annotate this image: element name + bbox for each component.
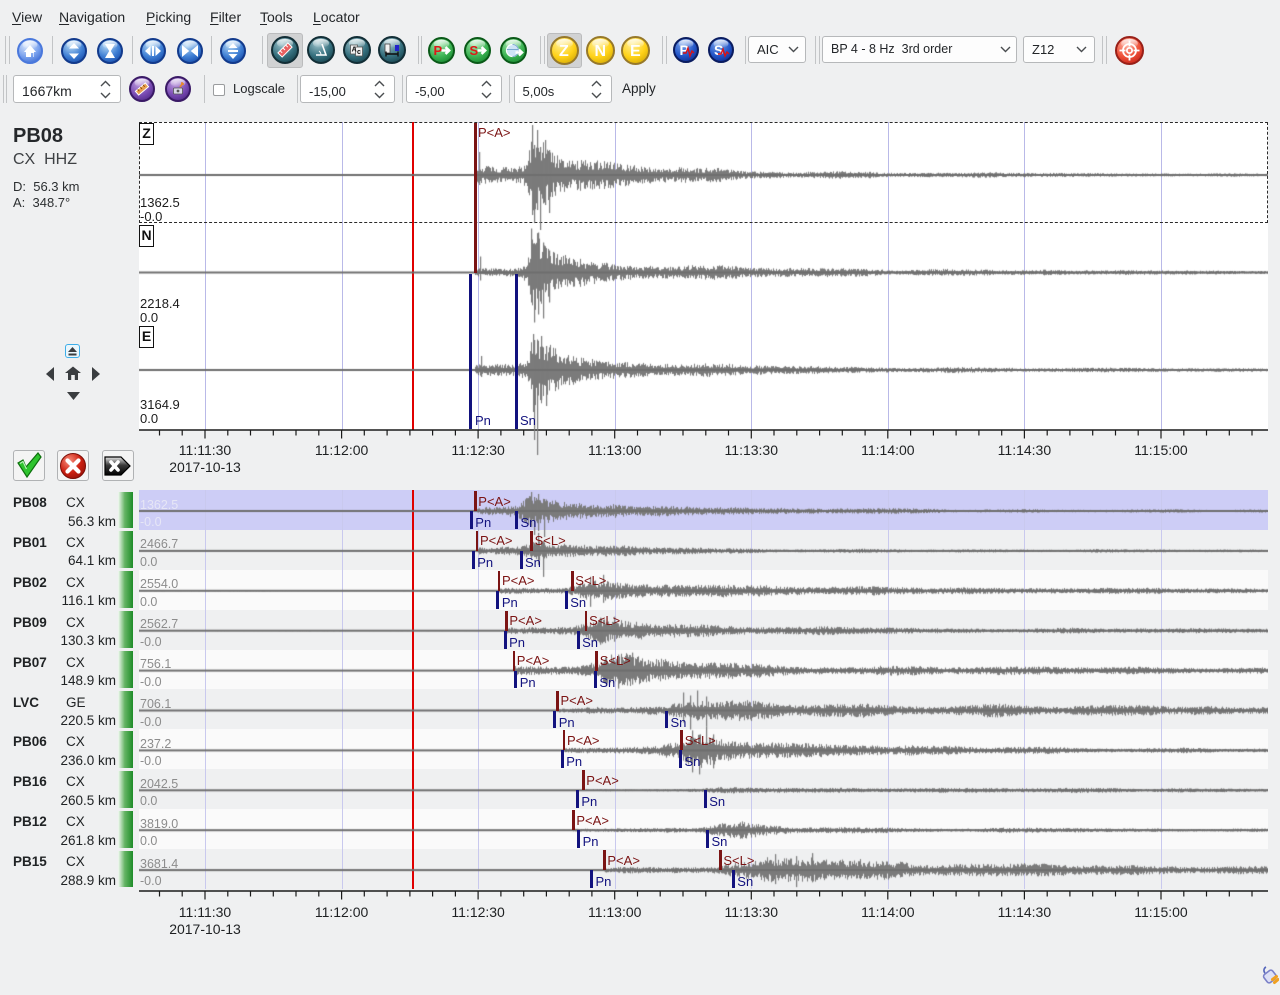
svg-text:A: A <box>352 47 357 54</box>
svg-text:E: E <box>630 43 641 60</box>
svg-text:S: S <box>469 43 478 58</box>
svg-text:N: N <box>594 43 606 60</box>
svg-text:Z: Z <box>559 43 569 60</box>
svg-text:P: P <box>433 43 442 58</box>
svg-text:c: c <box>357 49 361 56</box>
